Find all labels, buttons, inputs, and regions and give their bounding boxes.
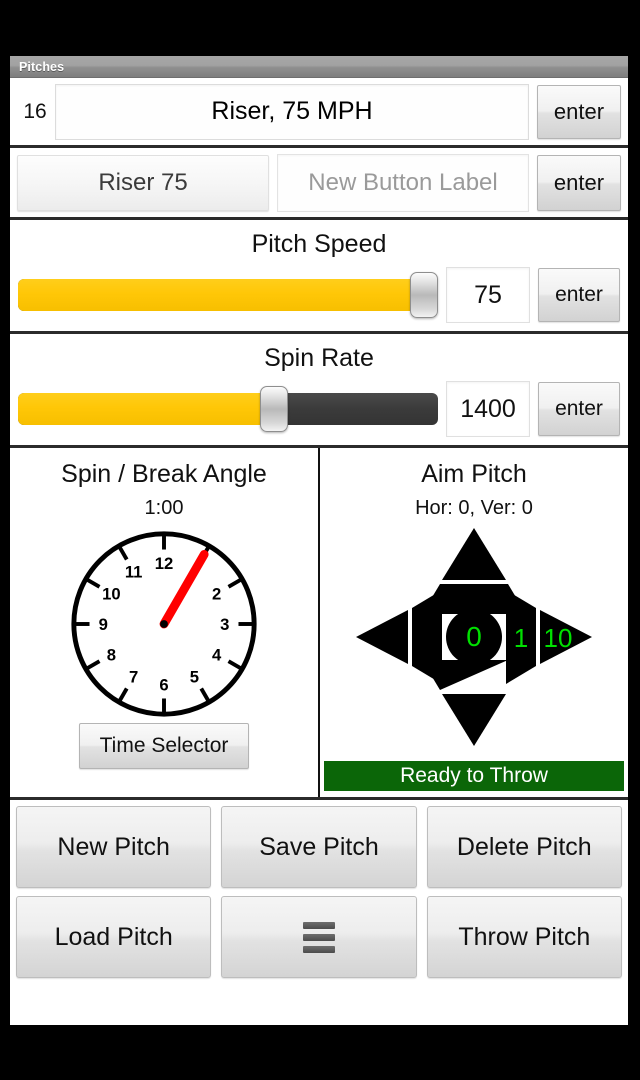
clock-face[interactable]: 2 3 45 6 78 9 1011 12	[66, 526, 262, 722]
menu-button[interactable]	[221, 896, 417, 978]
spin-break-panel: Spin / Break Angle 1:00 2 3 4 5 6 7 8 9 10 11 12 T…	[10, 448, 320, 797]
pitch-name-input[interactable]: Riser, 75 MPH	[55, 83, 529, 140]
pitch-name-enter-button[interactable]: enter	[537, 84, 621, 139]
clock-number: 7	[129, 667, 138, 686]
spin-rate-value-input[interactable]: 1400	[446, 381, 530, 437]
aim-pitch-panel: Aim Pitch Hor: 0, Ver: 0 0 1 10 Ready to…	[320, 448, 628, 797]
pitch-speed-slider-thumb[interactable]	[410, 272, 438, 318]
delete-pitch-button[interactable]: Delete Pitch	[426, 806, 622, 888]
pitch-speed-title: Pitch Speed	[251, 230, 387, 258]
save-pitch-button[interactable]: Save Pitch	[221, 806, 417, 888]
spin-rate-slider[interactable]	[18, 386, 438, 432]
mid-panels: Spin / Break Angle 1:00 2 3 4 5 6 7 8 9 10 11 12 T…	[10, 448, 628, 800]
clock-number: 8	[107, 645, 116, 664]
pitch-speed-slider-fill	[18, 279, 426, 311]
clock-number: 5	[190, 667, 199, 686]
pitch-name-section: 16 Riser, 75 MPH enter	[10, 78, 628, 148]
spin-break-title: Spin / Break Angle	[61, 460, 267, 488]
throw-pitch-button[interactable]: Throw Pitch	[426, 896, 622, 978]
window-title: Pitches	[19, 59, 65, 74]
pitch-speed-section: Pitch Speed 75 enter	[10, 220, 628, 334]
aim-left-1-button[interactable]	[412, 590, 442, 684]
aim-outer-step-label: 10	[544, 623, 573, 653]
aim-down-10-button[interactable]	[442, 694, 506, 746]
app-screen: Pitches 16 Riser, 75 MPH enter Riser 75 …	[10, 56, 628, 1025]
button-label-enter-button[interactable]: enter	[537, 154, 621, 211]
pitch-speed-enter-button[interactable]: enter	[538, 268, 620, 322]
clock-number: 10	[102, 585, 121, 604]
load-pitch-button[interactable]: Load Pitch	[16, 896, 212, 978]
spin-rate-slider-fill	[18, 393, 275, 425]
aim-up-10-button[interactable]	[442, 528, 506, 580]
aim-center-label: 0	[466, 621, 482, 652]
pitch-preset-button[interactable]: Riser 75	[17, 154, 269, 211]
aim-pitch-readout: Hor: 0, Ver: 0	[415, 497, 533, 519]
action-button-grid: New Pitch Save Pitch Delete Pitch Load P…	[10, 800, 628, 994]
aim-pitch-title: Aim Pitch	[421, 460, 527, 488]
pitch-speed-slider[interactable]	[18, 272, 438, 318]
clock-number: 3	[220, 615, 229, 634]
action-row-2: Load Pitch Throw Pitch	[16, 896, 622, 978]
clock-number: 12	[155, 554, 174, 573]
clock-number: 9	[99, 615, 108, 634]
pitch-index: 16	[23, 99, 47, 123]
action-row-1: New Pitch Save Pitch Delete Pitch	[16, 806, 622, 888]
window-title-bar: Pitches	[10, 56, 628, 78]
new-button-label-input[interactable]: New Button Label	[277, 153, 529, 212]
time-selector-button[interactable]: Time Selector	[79, 723, 249, 769]
aim-left-10-button[interactable]	[356, 610, 408, 664]
pitch-speed-value-input[interactable]: 75	[446, 267, 530, 323]
button-label-section: Riser 75 New Button Label enter	[10, 148, 628, 220]
new-pitch-button[interactable]: New Pitch	[16, 806, 212, 888]
throw-status-badge: Ready to Throw	[324, 761, 624, 791]
spin-rate-section: Spin Rate 1400 enter	[10, 334, 628, 448]
clock-number: 4	[212, 645, 222, 664]
spin-rate-slider-thumb[interactable]	[260, 386, 289, 432]
spin-rate-title: Spin Rate	[264, 344, 374, 372]
clock-number: 2	[212, 585, 221, 604]
spin-rate-enter-button[interactable]: enter	[538, 382, 620, 436]
hamburger-icon	[302, 921, 335, 953]
clock-number: 6	[159, 676, 168, 695]
aim-inner-step-label: 1	[514, 623, 528, 653]
aim-pitch-pad[interactable]: 0 1 10	[350, 522, 598, 752]
spin-break-time: 1:00	[144, 497, 184, 519]
clock-number: 11	[125, 562, 143, 581]
